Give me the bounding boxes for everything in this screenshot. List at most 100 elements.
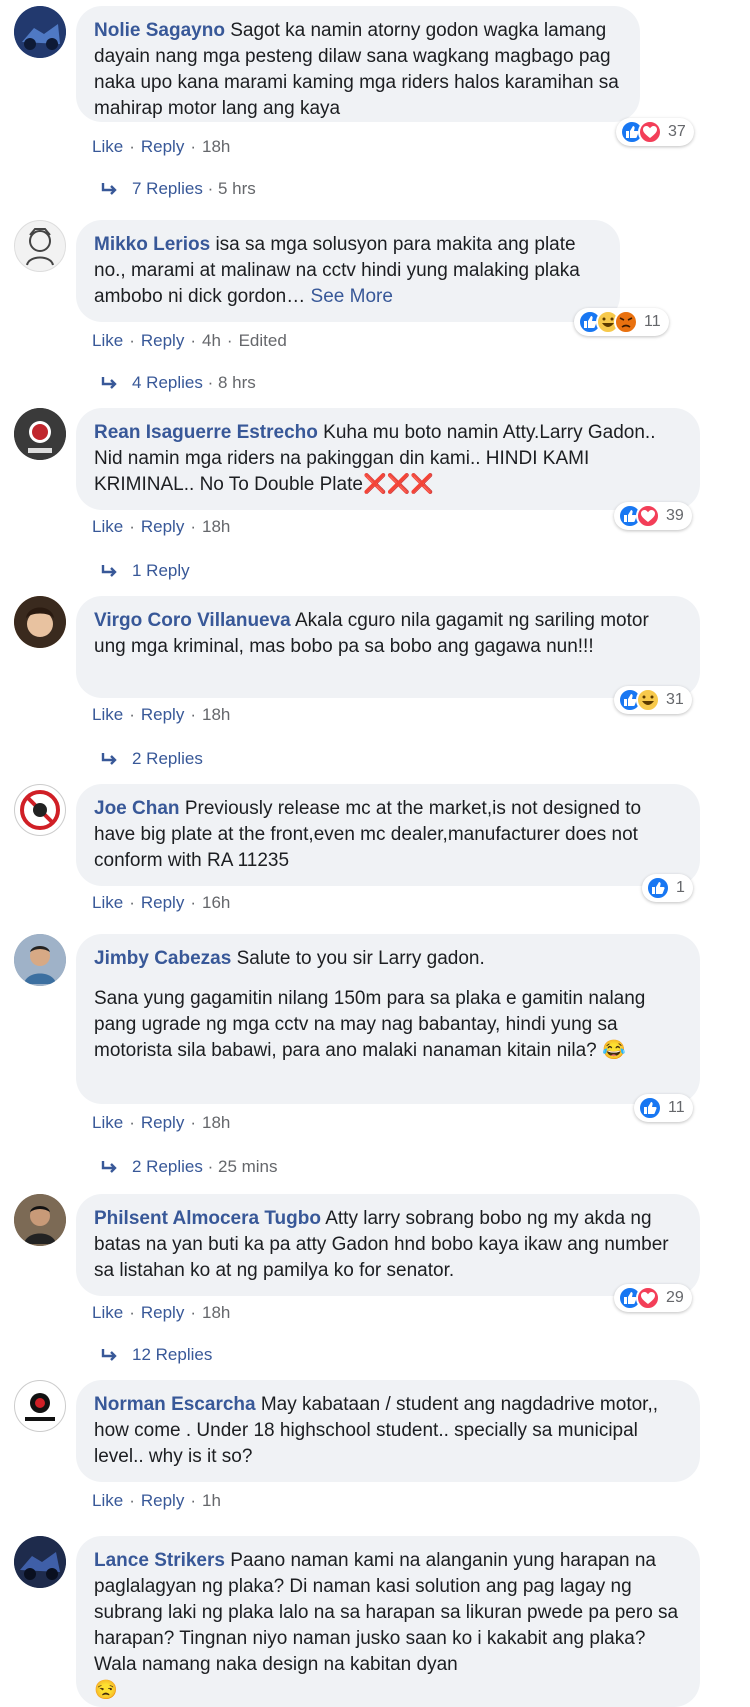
comment-author[interactable]: Philsent Almocera Tugbo <box>94 1208 321 1229</box>
comment-timestamp[interactable]: 18h <box>202 517 230 536</box>
comment-author[interactable]: Rean Isaguerre Estrecho <box>94 422 318 443</box>
comment-bubble: Joe Chan Previously release mc at the ma… <box>76 784 700 886</box>
like-button[interactable]: Like <box>92 331 123 350</box>
reaction-count: 29 <box>666 1289 684 1306</box>
love-reaction-icon <box>638 120 662 144</box>
like-button[interactable]: Like <box>92 893 123 912</box>
replies-time: 8 hrs <box>217 373 256 392</box>
comment-text-paragraph: Sana yung gagamitin nilang 150m para sa … <box>94 988 646 1061</box>
view-replies-link[interactable]: 1 Reply <box>100 560 190 582</box>
comment-thread: Nolie Sagayno Sagot ka namin atorny godo… <box>0 0 750 1707</box>
reply-button[interactable]: Reply <box>141 1303 184 1322</box>
replies-count[interactable]: 2 Replies <box>132 749 203 768</box>
like-reaction-icon <box>638 1096 662 1120</box>
comment-timestamp[interactable]: 4h <box>202 331 221 350</box>
reply-button[interactable]: Reply <box>141 137 184 156</box>
reaction-summary[interactable]: 29 <box>614 1284 692 1312</box>
view-replies-link[interactable]: 4 Replies · 8 hrs <box>100 372 256 394</box>
comment-author[interactable]: Virgo Coro Villanueva <box>94 610 291 631</box>
reaction-summary[interactable]: 39 <box>614 502 692 530</box>
laughing-emoji: 😂 <box>602 1040 626 1061</box>
like-button[interactable]: Like <box>92 705 123 724</box>
reply-arrow-icon <box>101 182 117 195</box>
like-button[interactable]: Like <box>92 1303 123 1322</box>
reply-button[interactable]: Reply <box>141 517 184 536</box>
comment-author[interactable]: Nolie Sagayno <box>94 20 225 41</box>
avatar[interactable] <box>14 1380 66 1432</box>
see-more-link[interactable]: See More <box>311 286 393 307</box>
reaction-count: 11 <box>668 1099 685 1116</box>
avatar[interactable] <box>14 408 66 460</box>
reply-arrow-icon <box>101 1348 117 1361</box>
comment-author[interactable]: Jimby Cabezas <box>94 948 231 969</box>
like-reaction-icon <box>646 876 670 900</box>
edited-label: Edited <box>238 331 287 350</box>
avatar[interactable] <box>14 784 66 836</box>
view-replies-link[interactable]: 2 Replies <box>100 748 203 770</box>
comment-timestamp[interactable]: 16h <box>202 893 230 912</box>
comment-bubble: Nolie Sagayno Sagot ka namin atorny godo… <box>76 6 640 122</box>
like-button[interactable]: Like <box>92 137 123 156</box>
reaction-summary[interactable]: 11 <box>574 308 669 336</box>
comment-actions: Like · Reply · 18h <box>92 137 231 156</box>
reaction-count: 1 <box>676 879 685 896</box>
avatar[interactable] <box>14 1194 66 1246</box>
comment-timestamp[interactable]: 1h <box>202 1491 221 1510</box>
avatar[interactable] <box>14 1536 66 1588</box>
comment-timestamp[interactable]: 18h <box>202 1113 230 1132</box>
reply-button[interactable]: Reply <box>141 1491 184 1510</box>
comment-bubble: Virgo Coro Villanueva Akala cguro nila g… <box>76 596 700 698</box>
replies-count[interactable]: 2 Replies <box>132 1157 203 1176</box>
replies-count[interactable]: 4 Replies <box>132 373 203 392</box>
comment-author[interactable]: Joe Chan <box>94 798 180 819</box>
reaction-summary[interactable]: 11 <box>634 1094 693 1122</box>
avatar[interactable] <box>14 220 66 272</box>
reaction-summary[interactable]: 31 <box>614 686 692 714</box>
comment-timestamp[interactable]: 18h <box>202 137 230 156</box>
comment-actions: Like · Reply · 18h <box>92 1113 231 1132</box>
reaction-count: 37 <box>668 123 686 140</box>
reply-arrow-icon <box>101 564 117 577</box>
avatar[interactable] <box>14 934 66 986</box>
like-button[interactable]: Like <box>92 517 123 536</box>
replies-count[interactable]: 12 Replies <box>132 1345 212 1364</box>
replies-count[interactable]: 1 Reply <box>132 561 190 580</box>
comment-timestamp[interactable]: 18h <box>202 705 230 724</box>
love-reaction-icon <box>636 504 660 528</box>
comment-bubble: Rean Isaguerre Estrecho Kuha mu boto nam… <box>76 408 700 510</box>
reaction-summary[interactable]: 1 <box>642 874 693 902</box>
reaction-summary[interactable]: 37 <box>616 118 694 146</box>
reply-arrow-icon <box>101 752 117 765</box>
avatar[interactable] <box>14 6 66 58</box>
unamused-emoji: 😒 <box>94 1680 118 1701</box>
comment-author[interactable]: Norman Escarcha <box>94 1394 256 1415</box>
love-reaction-icon <box>636 1286 660 1310</box>
view-replies-link[interactable]: 2 Replies · 25 mins <box>100 1156 278 1178</box>
cross-mark-emoji: ❌❌❌ <box>362 474 434 495</box>
reply-button[interactable]: Reply <box>141 893 184 912</box>
reply-arrow-icon <box>101 1160 117 1173</box>
like-button[interactable]: Like <box>92 1113 123 1132</box>
comment-author[interactable]: Mikko Lerios <box>94 234 210 255</box>
reaction-count: 11 <box>644 313 661 330</box>
comment-actions: Like · Reply · 18h <box>92 705 231 724</box>
reply-button[interactable]: Reply <box>141 331 184 350</box>
comment-bubble: Lance Strikers Paano naman kami na alang… <box>76 1536 700 1707</box>
view-replies-link[interactable]: 7 Replies · 5 hrs <box>100 178 256 200</box>
comment-actions: Like · Reply · 18h <box>92 1303 231 1322</box>
comment-bubble: Norman Escarcha May kabataan / student a… <box>76 1380 700 1482</box>
comment-bubble: Mikko Lerios isa sa mga solusyon para ma… <box>76 220 620 322</box>
like-button[interactable]: Like <box>92 1491 123 1510</box>
reply-arrow-icon <box>101 376 117 389</box>
reply-button[interactable]: Reply <box>141 1113 184 1132</box>
view-replies-link[interactable]: 12 Replies <box>100 1344 212 1366</box>
replies-count[interactable]: 7 Replies <box>132 179 203 198</box>
reply-button[interactable]: Reply <box>141 705 184 724</box>
comment-bubble: Philsent Almocera Tugbo Atty larry sobra… <box>76 1194 700 1296</box>
comment-actions: Like · Reply · 16h <box>92 893 231 912</box>
avatar[interactable] <box>14 596 66 648</box>
comment-actions: Like · Reply · 1h <box>92 1491 221 1510</box>
comment-author[interactable]: Lance Strikers <box>94 1550 225 1571</box>
comment-timestamp[interactable]: 18h <box>202 1303 230 1322</box>
replies-time: 5 hrs <box>217 179 256 198</box>
